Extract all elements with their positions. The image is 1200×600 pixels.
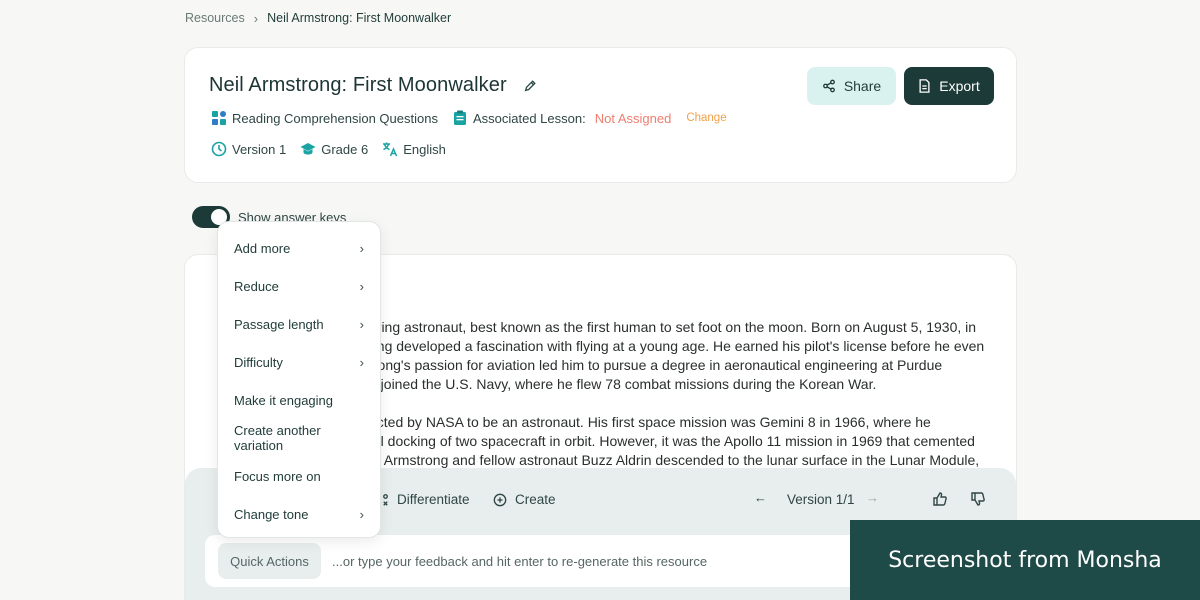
menu-item-label: Difficulty: [234, 354, 283, 370]
version-label: Version 1: [232, 141, 287, 157]
menu-item-difficulty[interactable]: Difficulty ›: [218, 343, 380, 381]
menu-item-reduce[interactable]: Reduce ›: [218, 267, 380, 305]
associated-lesson-label: Associated Lesson:: [472, 110, 586, 126]
quick-actions-button[interactable]: Quick Actions: [218, 543, 321, 579]
resource-type-icon: [212, 111, 226, 125]
share-icon: [822, 79, 835, 93]
menu-item-create-another-variation[interactable]: Create another variation: [218, 419, 380, 457]
passage-line: ected by NASA to be an astronaut. His fi…: [369, 414, 931, 430]
menu-item-focus-more-on[interactable]: Focus more on: [218, 457, 380, 495]
thumbs-down-icon[interactable]: [970, 491, 986, 507]
document-icon: [919, 79, 930, 93]
menu-item-add-more[interactable]: Add more ›: [218, 229, 380, 267]
version-indicator: Version 1/1: [787, 492, 855, 507]
passage-paragraph-1: ering astronaut, best known as the first…: [369, 318, 985, 394]
clipboard-icon: [453, 110, 466, 125]
export-label: Export: [939, 78, 980, 94]
thumbs-up-icon[interactable]: [932, 491, 948, 507]
page-title: Neil Armstrong: First Moonwalker: [209, 74, 507, 96]
quick-actions-menu: Add more › Reduce › Passage length › Dif…: [217, 221, 381, 538]
chevron-right-icon: ›: [253, 10, 259, 26]
associated-lesson-value: Not Assigned: [594, 110, 672, 126]
chevron-right-icon: ›: [359, 316, 364, 332]
pencil-icon[interactable]: [523, 79, 537, 93]
menu-item-label: Passage length: [234, 316, 324, 332]
graduation-cap-icon: [300, 143, 316, 155]
language-label: English: [403, 141, 446, 157]
resource-header-card: Neil Armstrong: First Moonwalker Reading…: [184, 47, 1017, 183]
differentiate-label: Differentiate: [397, 492, 470, 507]
grade-label: Grade 6: [321, 141, 369, 157]
arrow-right-icon[interactable]: →: [866, 490, 879, 505]
passage-line: trong's passion for aviation led him to …: [369, 357, 943, 373]
breadcrumb: Resources › Neil Armstrong: First Moonwa…: [185, 10, 451, 26]
passage-paragraph-2: ected by NASA to be an astronaut. His fi…: [369, 413, 979, 470]
create-button[interactable]: Create: [493, 492, 556, 507]
clock-icon: [211, 141, 227, 157]
arrow-left-icon[interactable]: ←: [754, 490, 767, 505]
resource-type-label: Reading Comprehension Questions: [232, 110, 438, 126]
passage-line: ering astronaut, best known as the first…: [369, 319, 977, 335]
share-label: Share: [843, 78, 882, 94]
breadcrumb-resources-link[interactable]: Resources: [185, 11, 245, 25]
passage-line: ong developed a fascination with flying …: [369, 338, 985, 354]
menu-item-change-tone[interactable]: Change tone ›: [218, 495, 380, 533]
breadcrumb-current: Neil Armstrong: First Moonwalker: [267, 11, 452, 25]
passage-line: e joined the U.S. Navy, where he flew 78…: [369, 376, 877, 392]
differentiate-button[interactable]: Differentiate: [375, 492, 470, 507]
share-button[interactable]: Share: [807, 67, 896, 105]
menu-item-label: Focus more on: [234, 468, 321, 484]
menu-item-label: Add more: [234, 240, 291, 256]
feedback-input[interactable]: [332, 549, 852, 573]
chevron-right-icon: ›: [359, 506, 364, 522]
chevron-right-icon: ›: [359, 278, 364, 294]
menu-item-label: Make it engaging: [234, 392, 334, 408]
menu-item-make-it-engaging[interactable]: Make it engaging: [218, 381, 380, 419]
screenshot-watermark: Screenshot from Monsha: [850, 520, 1200, 600]
menu-item-label: Change tone: [234, 506, 309, 522]
chevron-right-icon: ›: [359, 354, 364, 370]
menu-item-label: Create another variation: [234, 423, 321, 453]
chevron-right-icon: ›: [359, 240, 364, 256]
create-label: Create: [515, 492, 556, 507]
menu-item-label: Reduce: [234, 278, 279, 294]
plus-circle-icon: [493, 493, 507, 506]
export-button[interactable]: Export: [904, 67, 994, 105]
translate-icon: [383, 142, 398, 157]
passage-line: ful docking of two spacecraft in orbit. …: [369, 433, 975, 449]
change-lesson-link[interactable]: Change: [686, 112, 726, 124]
menu-item-passage-length[interactable]: Passage length ›: [218, 305, 380, 343]
